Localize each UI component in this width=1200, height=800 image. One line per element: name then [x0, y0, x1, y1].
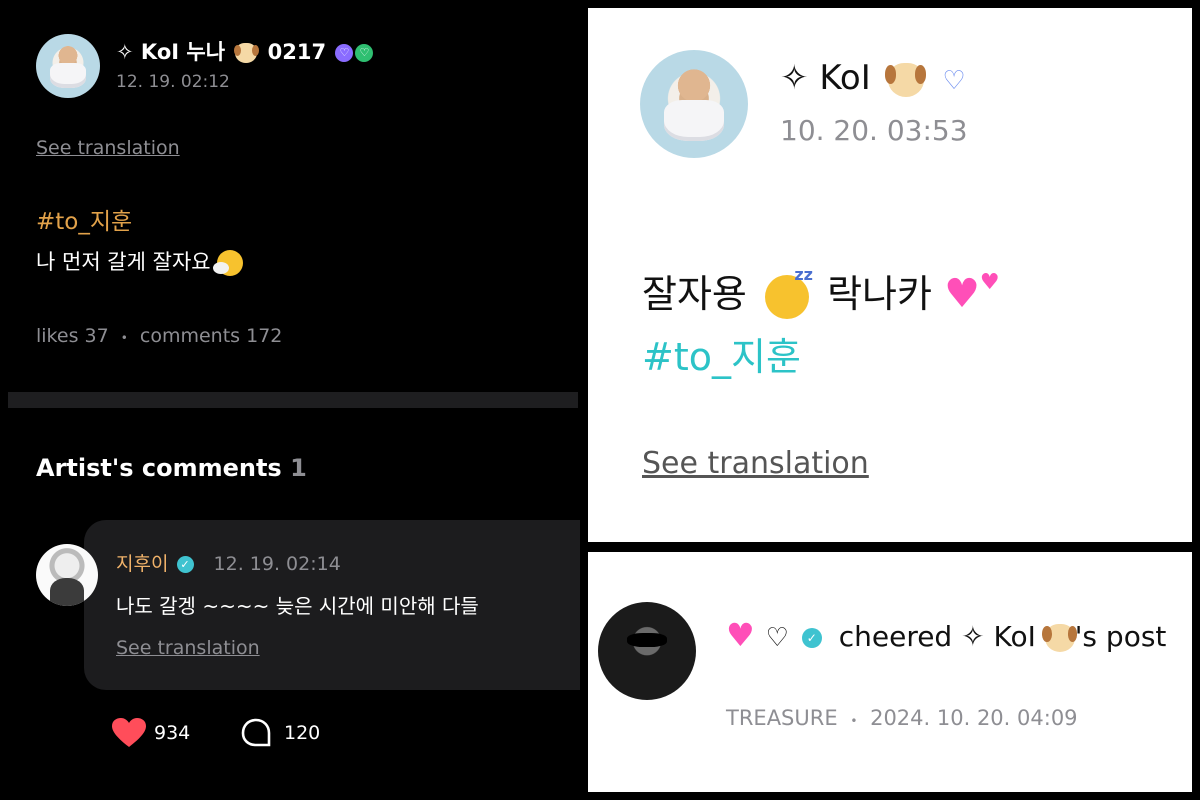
see-translation-link[interactable]: See translation [36, 137, 180, 159]
two-hearts-icon: ♥ [979, 270, 1000, 295]
see-translation-link[interactable]: See translation [642, 446, 869, 481]
meta-separator: • [850, 714, 858, 728]
dog-emoji-icon [233, 43, 260, 63]
heart-badge-icon: ♡ [942, 66, 966, 96]
cheer-meta: TREASURE • 2024. 10. 20. 04:09 [726, 706, 1078, 730]
dog-emoji-icon [1042, 624, 1078, 652]
like-count: 934 [154, 722, 191, 744]
reply-count: 120 [284, 722, 321, 744]
artist-name[interactable]: 지후이 [116, 553, 168, 575]
cheer-notification-panel: ♥ ♡ ✓ cheered ✧ KoI 's post TREASURE • 2… [588, 552, 1192, 792]
artist-comments-heading: Artist's comments 1 [36, 454, 307, 482]
verified-icon: ✓ [176, 556, 194, 573]
post-hashtag[interactable]: #to_지훈 [642, 326, 801, 381]
sleeping-face-icon: zz [764, 265, 813, 319]
post-time: 12. 19. 02:12 [116, 72, 230, 92]
likes-count: 37 [84, 325, 109, 347]
post-author-name: KoI 누나 [140, 40, 226, 64]
sparkling-heart-icon: ♥ [726, 616, 755, 654]
post-body-text: 잘자용 [642, 272, 747, 316]
post-stats: likes 37 • comments 172 [36, 325, 282, 347]
group-name: TREASURE [726, 706, 838, 730]
heart-badge-icon: ♡ [355, 44, 374, 62]
post-author-avatar[interactable] [36, 34, 100, 98]
stats-separator: • [120, 331, 128, 345]
post-author-line[interactable]: ✧ KoI 누나 0217 ♡ ♡ [116, 36, 374, 66]
comment-bubble-icon[interactable] [241, 718, 271, 748]
sneeze-face-icon [213, 250, 244, 276]
post-body: 잘자용 zz 락나카 ♥♥ [642, 263, 1000, 319]
artist-see-translation-link[interactable]: See translation [116, 637, 260, 659]
post-body-text-2: 락나카 [827, 272, 932, 316]
post-body-text: 나 먼저 갈게 잘자요 [36, 250, 211, 274]
post-time: 10. 20. 03:53 [780, 114, 968, 147]
dog-emoji-icon [884, 62, 927, 97]
artist-comments-title: Artist's comments [36, 454, 282, 482]
heart-icon[interactable] [112, 718, 146, 748]
sparkle-icon: ✧ [780, 58, 809, 98]
cheer-line: ♥ ♡ ✓ cheered ✧ KoI 's post [726, 616, 1166, 654]
sparkle-icon: ✧ [116, 40, 141, 64]
section-divider [8, 392, 578, 408]
post-body: 나 먼저 갈게 잘자요 [36, 246, 244, 276]
post-author-suffix: 0217 [267, 40, 327, 64]
comments-label: comments [139, 325, 241, 347]
two-hearts-icon: ♥ [944, 271, 980, 317]
left-post-panel: ✧ KoI 누나 0217 ♡ ♡ 12. 19. 02:12 See trans… [0, 0, 580, 800]
post-author-avatar-large[interactable] [640, 50, 748, 158]
cheer-text: cheered ✧ KoI [838, 620, 1036, 653]
heart-outline-icon: ♡ [765, 623, 789, 653]
artist-comments-count: 1 [290, 454, 307, 482]
verified-icon: ✓ [801, 628, 822, 648]
comments-count: 172 [246, 325, 283, 347]
artist-comment-time: 12. 19. 02:14 [213, 553, 341, 575]
post-author-line[interactable]: ✧ KoI ♡ [780, 58, 966, 98]
cheer-suffix: 's post [1074, 620, 1167, 653]
artist-comment-header: 지후이 ✓ 12. 19. 02:14 [116, 549, 341, 576]
cheer-date: 2024. 10. 20. 04:09 [870, 706, 1078, 730]
heart-badge-icon: ♡ [335, 44, 354, 62]
post-hashtag[interactable]: #to_지훈 [36, 202, 132, 236]
artist-avatar[interactable] [36, 544, 98, 606]
post-author-name: KoI [819, 58, 871, 98]
likes-label: likes [36, 325, 79, 347]
artist-comment-text: 나도 갈겡 ~~~~ 늦은 시간에 미안해 다들 [116, 594, 479, 618]
member-avatar[interactable] [598, 602, 696, 700]
right-post-panel: ✧ KoI ♡ 10. 20. 03:53 잘자용 zz 락나카 ♥♥ #to_… [588, 8, 1192, 542]
